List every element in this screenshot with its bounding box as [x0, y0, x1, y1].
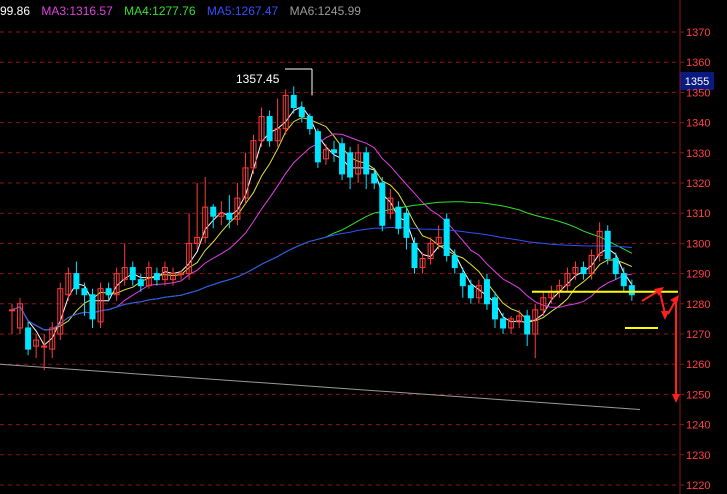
price-grid: [0, 31, 678, 486]
candle-body: [331, 149, 337, 154]
candle-body: [226, 212, 233, 220]
high-annotation: 1357.45: [236, 72, 280, 86]
candle-body: [467, 285, 474, 299]
candlestick-chart: 1357.45 1355 1370 1360 1350 1340 1330 1320 1310…: [0, 0, 714, 494]
ma6-line: [0, 363, 641, 410]
arrow-down-segment: [659, 291, 666, 315]
ma3-value: MA3:1316.57: [41, 4, 113, 18]
candles: [9, 86, 635, 371]
ma4-value: MA4:1277.76: [124, 4, 196, 18]
price-tag-label: 1355: [685, 76, 709, 88]
candle-body: [451, 254, 458, 269]
arrow-head: [672, 394, 680, 403]
candle-body: [298, 107, 305, 118]
candle-body: [339, 143, 346, 175]
tick-label: 1270: [686, 329, 710, 341]
candle-body: [500, 318, 507, 329]
candle-body: [73, 273, 80, 290]
candle-body: [411, 242, 418, 269]
candle-body: [604, 230, 611, 260]
tick-label: 1260: [686, 359, 710, 371]
candle-body: [379, 182, 386, 226]
tick-label: 1290: [686, 269, 710, 281]
candle-body: [129, 267, 136, 281]
ma5-value: MA5:1267.47: [206, 4, 279, 18]
candle-body: [612, 258, 619, 275]
candle-body: [395, 206, 402, 229]
ma-yellow-line: [11, 117, 633, 331]
candle-body: [363, 152, 370, 175]
tick-label: 1220: [686, 480, 710, 492]
candle-body: [483, 279, 490, 305]
tick-label: 1300: [686, 238, 710, 250]
tick-label: 1350: [686, 87, 710, 99]
tick-label: 1310: [686, 208, 710, 220]
candle-body: [371, 173, 378, 184]
ma6-value: MA6:1245.99: [289, 4, 361, 18]
candle-body: [306, 116, 313, 130]
tick-label: 1370: [686, 27, 710, 39]
candle-body: [178, 273, 185, 276]
candle-body: [628, 285, 635, 296]
ma5-line: [11, 227, 632, 331]
candle-body: [81, 288, 88, 296]
candle-body: [210, 206, 217, 217]
ma2-line: [11, 105, 633, 346]
candle-body: [290, 94, 297, 108]
candle-body: [459, 273, 466, 287]
tick-label: 1250: [686, 389, 710, 401]
candle-body: [137, 279, 144, 287]
candle-body: [347, 152, 354, 178]
candle-body: [524, 315, 531, 335]
tick-label: 1340: [686, 118, 710, 130]
tick-label: 1320: [686, 178, 710, 190]
candle-body: [314, 131, 321, 163]
ma-legend: 99.86 MA3:1316.57 MA4:1277.76 MA5:1267.4…: [0, 0, 680, 22]
candle-body: [266, 116, 273, 142]
tick-label: 1230: [686, 450, 710, 462]
candle-body: [620, 273, 627, 287]
tick-label: 1280: [686, 299, 710, 311]
candle-body: [580, 267, 587, 275]
candle-body: [443, 218, 450, 256]
candle-body: [492, 297, 498, 320]
tick-label: 1330: [686, 148, 710, 160]
candle-body: [105, 288, 112, 296]
candle-body: [25, 327, 32, 350]
candle-body: [89, 294, 96, 320]
candle-body: [9, 309, 15, 312]
candle-body: [403, 212, 410, 238]
candle-body: [41, 345, 48, 348]
candle-body: [153, 273, 160, 281]
ma2-value: 99.86: [0, 4, 31, 18]
tick-label: 1240: [686, 420, 710, 432]
tick-label: 1360: [686, 57, 710, 69]
